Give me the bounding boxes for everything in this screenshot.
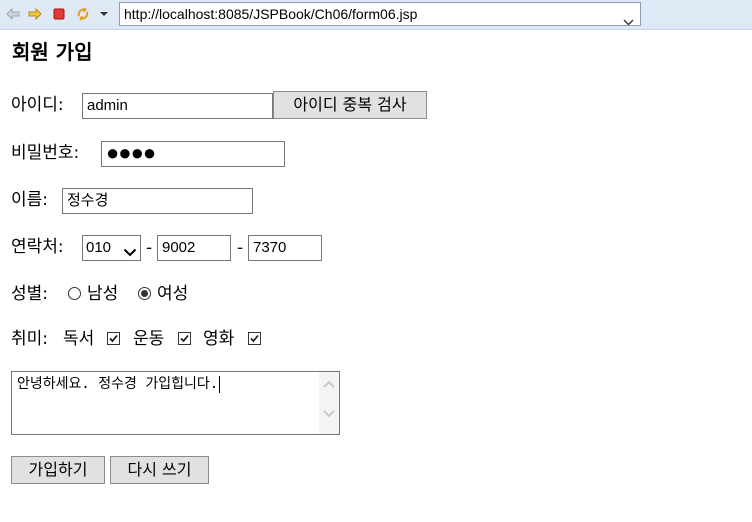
- name-input[interactable]: 정수경: [62, 188, 253, 214]
- scroll-up-icon[interactable]: [323, 380, 335, 388]
- phone-label: 연락처:: [11, 237, 64, 257]
- stop-icon[interactable]: [51, 6, 67, 22]
- name-label: 이름:: [11, 190, 49, 210]
- text-caret: [219, 375, 221, 393]
- reset-button[interactable]: 다시 쓰기: [110, 456, 209, 484]
- id-input[interactable]: admin: [82, 93, 273, 119]
- gender-male-radio[interactable]: [68, 287, 81, 300]
- hobby-reading-checkbox[interactable]: [107, 332, 120, 345]
- chevron-down-icon: [123, 241, 137, 265]
- hobby-movie-label: 영화: [203, 329, 235, 349]
- dropdown-arrow-icon[interactable]: [96, 6, 112, 22]
- phone-separator: -: [146, 238, 153, 258]
- phone-prefix-select[interactable]: 010: [82, 235, 141, 261]
- gender-male-label: 남성: [87, 284, 119, 304]
- page-title: 회원 가입: [12, 40, 93, 64]
- comment-textarea[interactable]: 안녕하세요. 정수경 가입힙니다.: [11, 371, 340, 435]
- id-duplicate-check-button[interactable]: 아이디 중복 검사: [273, 91, 427, 119]
- url-text: http://localhost:8085/JSPBook/Ch06/form0…: [124, 6, 418, 22]
- forward-arrow-icon[interactable]: [27, 6, 43, 22]
- gender-female-label: 여성: [157, 284, 189, 304]
- textarea-scrollbar[interactable]: [319, 372, 339, 434]
- password-input[interactable]: ●●●●: [101, 141, 285, 167]
- hobby-exercise-label: 운동: [133, 329, 165, 349]
- comment-text: 안녕하세요. 정수경 가입힙니다.: [17, 376, 219, 392]
- hobby-label: 취미:: [11, 329, 49, 349]
- hobby-reading-label: 독서: [63, 329, 95, 349]
- refresh-icon[interactable]: [75, 6, 91, 22]
- hobby-movie-checkbox[interactable]: [248, 332, 261, 345]
- phone-prefix-value: 010: [86, 239, 112, 256]
- url-bar[interactable]: http://localhost:8085/JSPBook/Ch06/form0…: [119, 2, 641, 26]
- phone-middle-input[interactable]: 9002: [157, 235, 231, 261]
- hobby-exercise-checkbox[interactable]: [178, 332, 191, 345]
- browser-toolbar: http://localhost:8085/JSPBook/Ch06/form0…: [0, 0, 752, 30]
- phone-last-input[interactable]: 7370: [248, 235, 322, 261]
- gender-label: 성별:: [11, 284, 49, 304]
- id-label: 아이디:: [11, 95, 64, 115]
- submit-button[interactable]: 가입하기: [11, 456, 105, 484]
- phone-separator: -: [237, 238, 244, 258]
- back-arrow-icon[interactable]: [5, 6, 21, 22]
- url-dropdown-icon[interactable]: [623, 10, 634, 32]
- scroll-down-icon[interactable]: [323, 410, 335, 418]
- password-label: 비밀번호:: [11, 143, 80, 163]
- gender-female-radio[interactable]: [138, 287, 151, 300]
